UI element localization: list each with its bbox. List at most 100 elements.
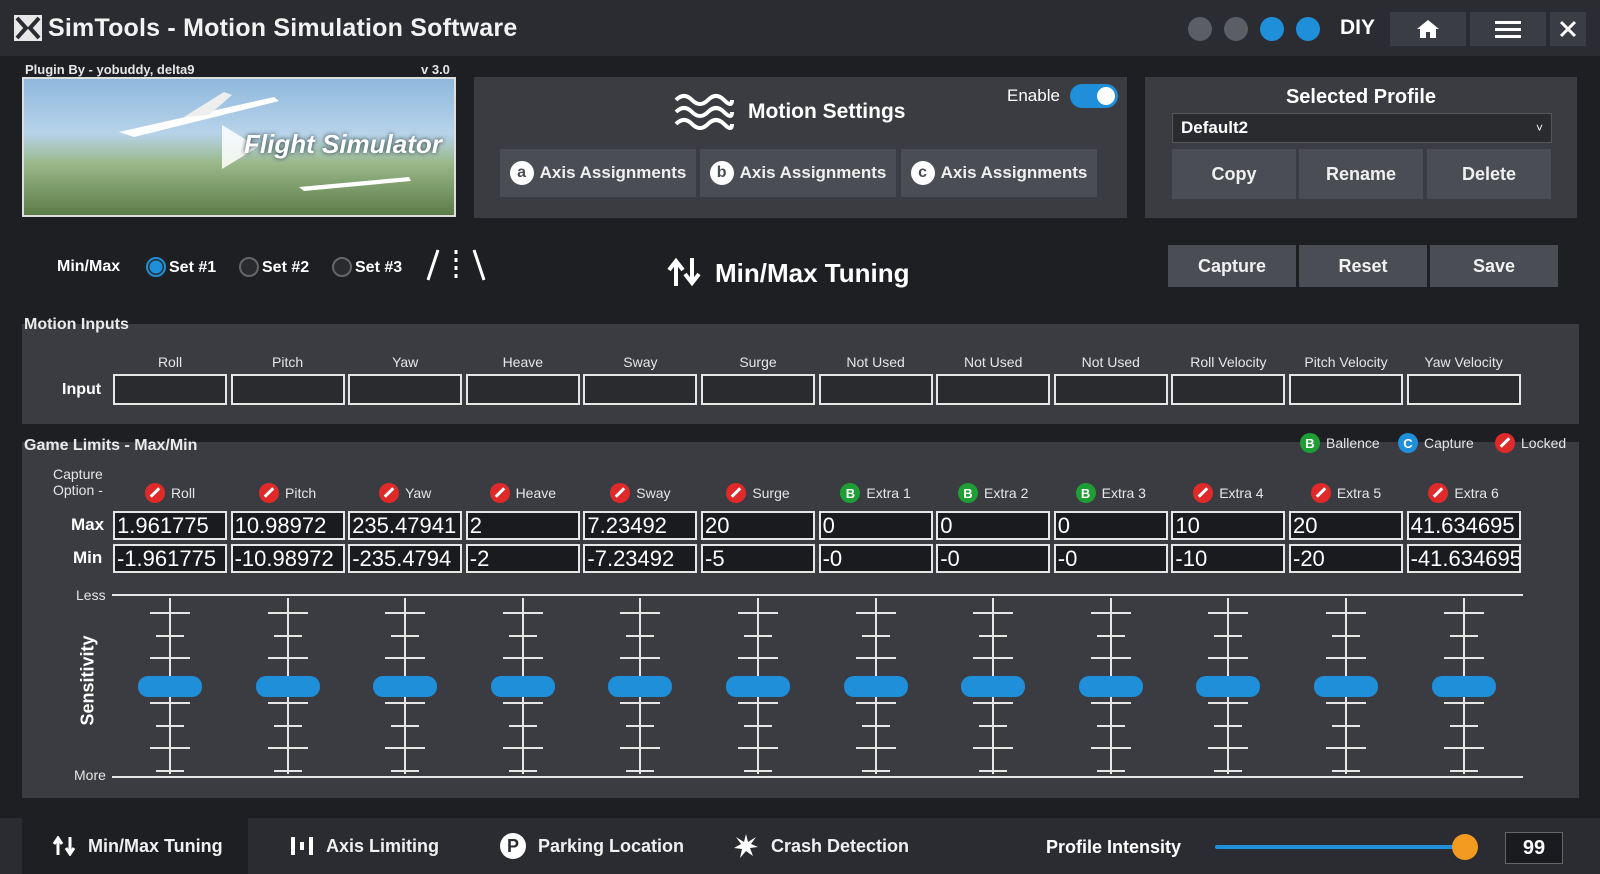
tab-axis-limiting[interactable]: Axis Limiting: [290, 818, 439, 874]
locked-icon[interactable]: [379, 483, 400, 503]
save-button[interactable]: Save: [1430, 245, 1558, 287]
limit-column-name: Extra 3: [1101, 485, 1146, 501]
limit-column-header[interactable]: Extra 5: [1289, 483, 1403, 503]
max-value-input[interactable]: 2: [465, 511, 580, 540]
limit-column-header[interactable]: B Extra 3: [1054, 483, 1168, 503]
diy-label[interactable]: DIY: [1340, 16, 1375, 40]
tab-minmax-tuning-content[interactable]: Min/Max Tuning: [52, 818, 223, 874]
max-value-input[interactable]: 10: [1171, 511, 1286, 540]
set-2-label[interactable]: Set #2: [262, 259, 309, 277]
axis-assignments-c-button[interactable]: c Axis Assignments: [901, 149, 1097, 197]
locked-icon[interactable]: [726, 483, 747, 503]
sensitivity-slider-knob[interactable]: [726, 676, 790, 697]
limit-column-header[interactable]: Heave: [466, 483, 580, 503]
max-value-input[interactable]: 0: [818, 511, 933, 540]
copy-button[interactable]: Copy: [1172, 149, 1296, 199]
min-value-input[interactable]: -0: [1053, 544, 1168, 573]
set-1-label[interactable]: Set #1: [169, 259, 216, 277]
intensity-slider[interactable]: [1215, 834, 1479, 860]
locked-icon[interactable]: [1193, 483, 1214, 503]
menu-button[interactable]: [1470, 12, 1546, 46]
sensitivity-slider-knob[interactable]: [608, 676, 673, 697]
upload-icon[interactable]: [1188, 17, 1212, 41]
locked-icon[interactable]: [259, 483, 280, 503]
reset-button[interactable]: Reset: [1299, 245, 1427, 287]
set-1-radio[interactable]: [146, 257, 166, 277]
axis-assignments-b-button[interactable]: b Axis Assignments: [700, 149, 896, 197]
max-value-input[interactable]: 10.98972: [230, 511, 345, 540]
min-value-input[interactable]: -0: [936, 544, 1051, 573]
min-value-input[interactable]: -235.4794: [348, 544, 463, 573]
locked-icon[interactable]: [610, 483, 631, 503]
enable-toggle[interactable]: [1070, 84, 1118, 108]
locked-icon[interactable]: [489, 483, 510, 503]
min-value-input[interactable]: -20: [1289, 544, 1403, 573]
power-icon[interactable]: [1296, 17, 1320, 41]
sensitivity-slider-knob[interactable]: [843, 676, 908, 697]
max-value-input[interactable]: 235.47941: [348, 511, 463, 540]
min-value-input[interactable]: -2: [465, 544, 580, 573]
sensitivity-slider-knob[interactable]: [138, 676, 202, 697]
max-value-input[interactable]: 0: [936, 511, 1051, 540]
sensitivity-slider-knob[interactable]: [1314, 676, 1378, 697]
min-value-input[interactable]: -1.961775: [113, 544, 227, 573]
sensitivity-slider-knob[interactable]: [373, 676, 438, 697]
min-value-input[interactable]: -7.23492: [583, 544, 698, 573]
tab-parking-location[interactable]: P Parking Location: [500, 818, 684, 874]
set-3-radio[interactable]: [332, 257, 352, 277]
set-3-label[interactable]: Set #3: [355, 259, 402, 277]
sensitivity-slider-knob[interactable]: [1431, 676, 1496, 697]
limit-column-header[interactable]: B Extra 2: [936, 483, 1050, 503]
min-value-input[interactable]: -5: [701, 544, 815, 573]
rename-button[interactable]: Rename: [1299, 149, 1423, 199]
max-value-input[interactable]: 1.961775: [113, 511, 227, 540]
min-value-input[interactable]: -41.634695: [1406, 544, 1521, 573]
sensitivity-tick: [861, 634, 890, 637]
edit-icon[interactable]: [1260, 17, 1284, 41]
intensity-value[interactable]: 99: [1505, 832, 1563, 864]
max-value-input[interactable]: 20: [701, 511, 815, 540]
locked-icon[interactable]: [144, 483, 165, 503]
limit-column-header[interactable]: Yaw: [348, 483, 462, 503]
delete-button[interactable]: Delete: [1427, 149, 1551, 199]
sensitivity-slider-knob[interactable]: [490, 676, 555, 697]
max-value-input[interactable]: 7.23492: [583, 511, 698, 540]
limit-column-header[interactable]: Extra 6: [1407, 483, 1521, 503]
limit-column-header[interactable]: Surge: [701, 483, 815, 503]
min-value-input[interactable]: -10.98972: [230, 544, 345, 573]
plugin-author: Plugin By - yobuddy, delta9: [25, 62, 195, 77]
limit-column-header[interactable]: Roll: [113, 483, 227, 503]
limit-column-header[interactable]: Sway: [583, 483, 697, 503]
max-value-input[interactable]: 41.634695: [1406, 511, 1521, 540]
balance-icon[interactable]: B: [840, 483, 861, 503]
min-value-input[interactable]: -10: [1171, 544, 1286, 573]
balance-icon[interactable]: B: [1075, 483, 1096, 503]
sensitivity-tick: [1090, 657, 1131, 659]
input-value-box: [936, 374, 1051, 405]
limit-column-header[interactable]: Pitch: [231, 483, 345, 503]
limit-column-header[interactable]: B Extra 1: [819, 483, 933, 503]
tab-crash-detection[interactable]: Crash Detection: [733, 818, 909, 874]
locked-icon[interactable]: [1428, 483, 1449, 503]
set-2-radio[interactable]: [239, 257, 259, 277]
max-value-input[interactable]: 20: [1289, 511, 1403, 540]
capture-button[interactable]: Capture: [1168, 245, 1296, 287]
sensitivity-slider-knob[interactable]: [961, 676, 1026, 697]
close-button[interactable]: [1550, 12, 1586, 46]
locked-icon[interactable]: [1310, 483, 1331, 503]
sensitivity-tick: [502, 702, 543, 704]
balance-icon[interactable]: B: [958, 483, 978, 503]
sensitivity-slider-knob[interactable]: [1078, 676, 1143, 697]
max-value-input[interactable]: 0: [1053, 511, 1168, 540]
curve-shape-icons[interactable]: [426, 248, 488, 282]
sensitivity-tick: [620, 657, 661, 659]
sensitivity-slider-knob[interactable]: [1196, 676, 1261, 697]
min-value-input[interactable]: -0: [818, 544, 933, 573]
profile-select[interactable]: Default2 ˅: [1172, 113, 1552, 143]
axis-assignments-a-button[interactable]: a Axis Assignments: [500, 149, 696, 197]
settings-burst-icon[interactable]: [1224, 17, 1248, 41]
sensitivity-slider-knob[interactable]: [255, 676, 320, 697]
limit-column-header[interactable]: Extra 4: [1171, 483, 1285, 503]
home-button[interactable]: [1390, 12, 1466, 46]
sensitivity-tick: [385, 657, 426, 659]
